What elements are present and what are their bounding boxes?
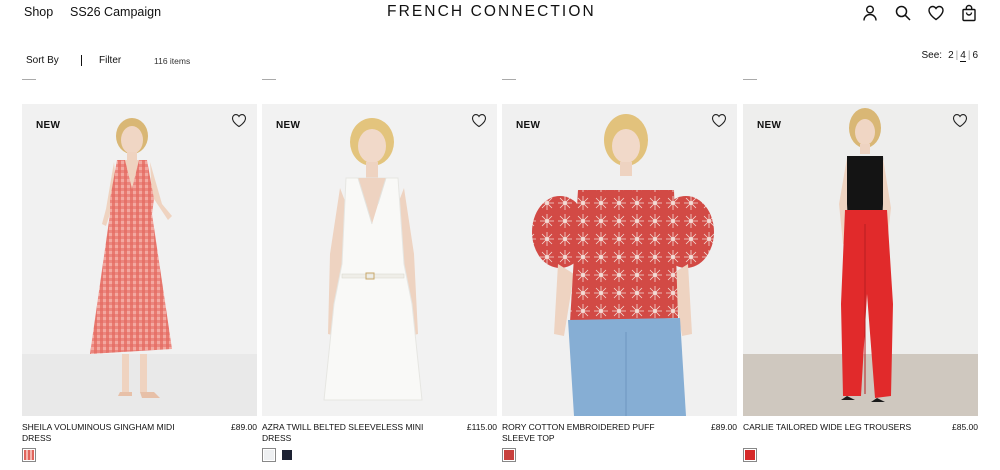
product-name[interactable]: AZRA TWILL BELTED SLEEVELESS MINI DRESS [262, 422, 434, 444]
color-swatch-white[interactable] [262, 448, 276, 462]
placeholder-dash [22, 79, 36, 80]
product-image[interactable]: NEW [22, 104, 257, 416]
grid-option-6[interactable]: 6 [972, 50, 978, 61]
new-badge: NEW [516, 120, 541, 131]
new-badge: NEW [757, 120, 782, 131]
wishlist-heart-icon[interactable] [471, 113, 487, 128]
product-card[interactable]: NEW AZRA TWILL BELTED SLEEVELESS MINI DR… [262, 104, 497, 466]
color-swatches [502, 448, 516, 462]
sort-by-button[interactable]: Sort By [26, 55, 59, 66]
bag-icon[interactable] [960, 4, 978, 22]
filter-button[interactable]: Filter [99, 55, 121, 66]
product-image[interactable]: NEW [262, 104, 497, 416]
heart-icon[interactable] [927, 4, 945, 22]
listing-toolbar: Sort By Filter 116 items See: 2 | 4 | 6 [0, 44, 1000, 74]
product-name[interactable]: SHEILA VOLUMINOUS GINGHAM MIDI DRESS [22, 422, 194, 444]
toolbar-divider [81, 55, 82, 66]
nav-shop-link[interactable]: Shop [24, 5, 53, 19]
product-card[interactable]: NEW CARLIE TAILORED WIDE LEG TROUSERS £8… [743, 104, 978, 466]
product-price: £89.00 [231, 422, 257, 432]
site-header: Shop SS26 Campaign FRENCH CONNECTION [0, 0, 1000, 28]
product-price: £85.00 [952, 422, 978, 432]
swatch-fill [745, 450, 755, 460]
grid-option-divider: | [967, 50, 971, 61]
product-price: £115.00 [466, 422, 497, 432]
model-in-red-trousers-image [743, 104, 978, 416]
placeholder-dash [262, 79, 276, 80]
color-swatches [262, 448, 294, 462]
color-swatches [743, 448, 757, 462]
item-count: 116 items [154, 56, 191, 66]
model-in-embroidered-top-image [502, 104, 737, 416]
color-swatch-navy[interactable] [280, 448, 294, 462]
see-label: See: [921, 50, 943, 61]
product-name[interactable]: RORY COTTON EMBROIDERED PUFF SLEEVE TOP [502, 422, 674, 444]
color-swatch[interactable] [22, 448, 36, 462]
placeholder-dash [502, 79, 516, 80]
product-card[interactable]: NEW RORY COTTON EMBROIDERED PUFF SLEEVE … [502, 104, 737, 466]
swatch-fill [264, 450, 274, 460]
wishlist-heart-icon[interactable] [711, 113, 727, 128]
wishlist-heart-icon[interactable] [952, 113, 968, 128]
product-name[interactable]: CARLIE TAILORED WIDE LEG TROUSERS [743, 422, 915, 433]
product-image[interactable]: NEW [743, 104, 978, 416]
model-in-gingham-dress-image [22, 118, 257, 416]
color-swatch[interactable] [743, 448, 757, 462]
search-icon[interactable] [894, 4, 912, 22]
grid-option-divider: | [955, 50, 959, 61]
swatch-fill [282, 450, 292, 460]
color-swatch[interactable] [502, 448, 516, 462]
model-in-white-dress-image [262, 104, 497, 416]
color-swatches [22, 448, 36, 462]
wishlist-heart-icon[interactable] [231, 113, 247, 128]
product-image[interactable]: NEW [502, 104, 737, 416]
new-badge: NEW [276, 120, 301, 131]
swatch-fill [24, 450, 34, 460]
grid-option-4[interactable]: 4 [960, 50, 966, 62]
new-badge: NEW [36, 120, 61, 131]
grid-option-2[interactable]: 2 [948, 50, 954, 61]
account-icon[interactable] [861, 4, 879, 22]
swatch-fill [504, 450, 514, 460]
placeholder-dash [743, 79, 757, 80]
brand-logo[interactable]: FRENCH CONNECTION [387, 3, 596, 21]
product-card[interactable]: NEW SHEILA VOLUMINOUS GINGHAM MIDI DRESS… [22, 104, 257, 466]
grid-size-selector: See: 2 | 4 | 6 [921, 50, 978, 62]
nav-campaign-link[interactable]: SS26 Campaign [70, 5, 161, 19]
product-price: £89.00 [711, 422, 737, 432]
